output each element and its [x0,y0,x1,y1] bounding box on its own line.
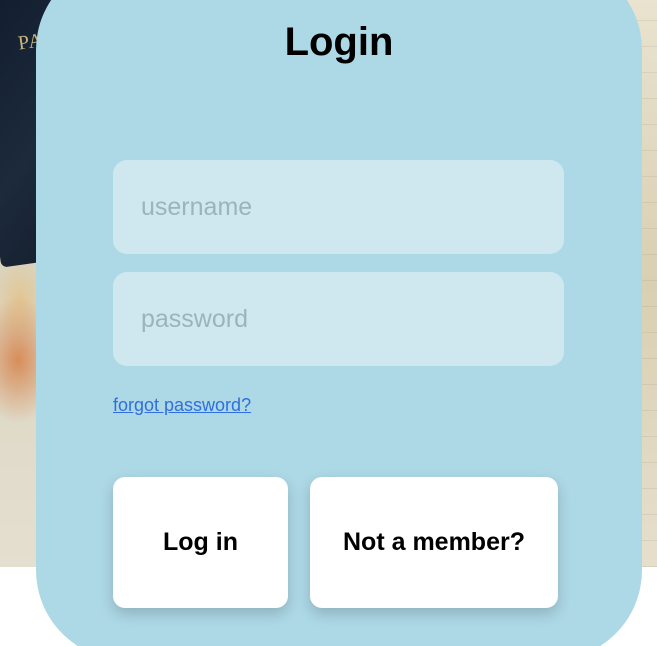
login-button-label: Log in [163,528,238,556]
not-a-member-button[interactable]: Not a member? [310,477,558,608]
not-a-member-button-label: Not a member? [343,528,525,556]
username-input[interactable] [113,160,564,254]
login-button[interactable]: Log in [113,477,288,608]
page-title: Login [284,20,394,64]
password-input[interactable] [113,272,564,366]
forgot-password-link[interactable]: forgot password? [113,395,251,416]
